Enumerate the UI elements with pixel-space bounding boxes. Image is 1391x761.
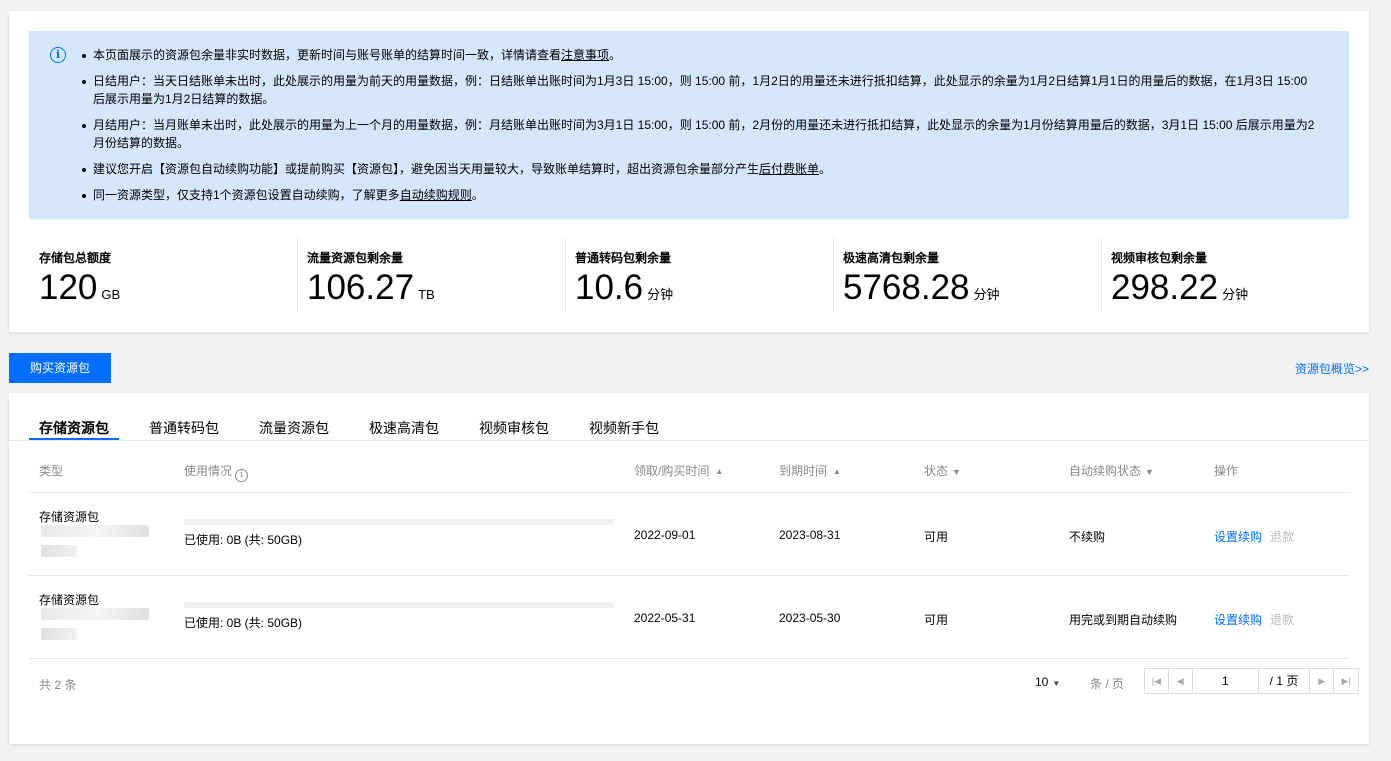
cell-usage: 已使用: 0B (共: 50GB) (184, 616, 303, 630)
set-renew-link[interactable]: 设置续购 (1214, 530, 1262, 544)
cell-renew: 用完或到期自动续购 (1069, 613, 1178, 627)
cell-ops: 设置续购 退款 (1214, 611, 1294, 628)
summary-card: i 本页面展示的资源包余量非实时数据，更新时间与账号账单的结算时间一致，详情请查… (9, 11, 1369, 332)
cell-type: 存储资源包 (39, 510, 100, 524)
sort-icon[interactable]: ▲ (715, 467, 723, 476)
next-page-icon[interactable]: ▶ (1310, 669, 1335, 693)
notice-link-postpaid-bill[interactable]: 后付费账单 (759, 162, 819, 176)
table-row: 存储资源包 已使用: 0B (共: 50GB) 2022-09-01 2023-… (29, 493, 1349, 576)
blurred-id (41, 628, 77, 640)
notice-item: 建议您开启【资源包自动续购功能】或提前购买【资源包】，避免因当天用量较大，导致账… (81, 160, 1321, 178)
cell-type: 存储资源包 (39, 593, 100, 607)
stat-hd: 极速高清包剩余量 5768.28 分钟 (833, 238, 1101, 312)
notice-item: 本页面展示的资源包余量非实时数据，更新时间与账号账单的结算时间一致，详情请查看注… (81, 46, 1321, 64)
stat-value: 10.6 分钟 (575, 268, 674, 307)
prev-page-icon[interactable]: ◀ (1169, 669, 1193, 693)
pagination: |◀ ◀ / 1 页 ▶ ▶| (1144, 668, 1359, 694)
stat-label: 普通转码包剩余量 (575, 251, 672, 265)
divider (297, 238, 298, 312)
header-renew[interactable]: 自动续购状态 ▼ (1069, 462, 1154, 479)
notice-link-attention[interactable]: 注意事项 (561, 48, 609, 62)
package-table: 类型 使用情况 i 领取/购买时间 ▲ 到期时间 ▲ 状态 ▼ 自动续购状态 ▼ 操作 存… (29, 441, 1349, 659)
header-acquired[interactable]: 领取/购买时间 ▲ (634, 462, 723, 479)
notice-box: i 本页面展示的资源包余量非实时数据，更新时间与账号账单的结算时间一致，详情请查… (29, 31, 1349, 219)
cell-status: 可用 (924, 530, 949, 544)
help-icon[interactable]: i (235, 469, 249, 482)
cell-acquired: 2022-09-01 (634, 528, 696, 542)
stat-value: 120 GB (39, 268, 121, 307)
stat-value: 5768.28 分钟 (843, 268, 1000, 307)
divider (833, 238, 834, 312)
refund-link: 退款 (1270, 613, 1295, 627)
stat-label: 存储包总额度 (39, 251, 112, 265)
stat-label: 视频审核包剩余量 (1111, 251, 1208, 265)
notice-item: 日结用户：当天日结账单未出时，此处展示的用量为前天的用量数据，例：日结账单出账时… (81, 72, 1321, 108)
first-page-icon[interactable]: |◀ (1145, 669, 1169, 693)
divider (1101, 238, 1102, 312)
header-ops: 操作 (1214, 464, 1239, 478)
table-header: 类型 使用情况 i 领取/购买时间 ▲ 到期时间 ▲ 状态 ▼ 自动续购状态 ▼ 操作 (29, 441, 1349, 493)
cell-expire: 2023-05-30 (779, 611, 841, 625)
stat-label: 流量资源包剩余量 (307, 251, 404, 265)
total-count: 共 2 条 (39, 678, 77, 692)
cell-renew: 不续购 (1069, 530, 1106, 544)
stat-storage: 存储包总额度 120 GB (29, 238, 297, 312)
stat-value: 298.22 分钟 (1111, 268, 1249, 307)
table-footer: 共 2 条 10▼ 条 / 页 |◀ ◀ / 1 页 ▶ ▶| (29, 658, 1359, 698)
sort-icon[interactable]: ▲ (833, 467, 841, 476)
package-list-card: 存储资源包 普通转码包 流量资源包 极速高清包 视频审核包 视频新手包 类型 使… (9, 393, 1369, 744)
header-usage: 使用情况 i (184, 462, 249, 482)
chevron-down-icon: ▼ (1052, 679, 1061, 688)
header-status[interactable]: 状态 ▼ (924, 462, 961, 479)
cell-ops: 设置续购 退款 (1214, 528, 1294, 545)
stats-row: 存储包总额度 120 GB 流量资源包剩余量 106.27 TB 普通转码包剩余量 … (29, 238, 1369, 312)
page-number-input[interactable] (1192, 669, 1259, 693)
page-size-select[interactable]: 10 ▼ (1035, 675, 1060, 689)
header-expire[interactable]: 到期时间 ▲ (779, 462, 841, 479)
cell-usage: 已使用: 0B (共: 50GB) (184, 533, 303, 547)
usage-bar (184, 602, 614, 608)
usage-bar (184, 519, 614, 525)
notice-list: 本页面展示的资源包余量非实时数据，更新时间与账号账单的结算时间一致，详情请查看注… (81, 46, 1321, 212)
stat-value: 106.27 TB (307, 268, 435, 307)
stat-traffic: 流量资源包剩余量 106.27 TB (297, 238, 565, 312)
cell-acquired: 2022-05-31 (634, 611, 696, 625)
notice-link-renew-rules[interactable]: 自动续购规则 (400, 188, 472, 202)
stat-review: 视频审核包剩余量 298.22 分钟 (1101, 238, 1369, 312)
tab-bar: 存储资源包 普通转码包 流量资源包 极速高清包 视频审核包 视频新手包 (29, 413, 1349, 443)
info-icon: i (50, 47, 66, 63)
buy-package-button[interactable]: 购买资源包 (9, 353, 111, 383)
notice-item: 同一资源类型，仅支持1个资源包设置自动续购，了解更多自动续购规则。 (81, 186, 1321, 204)
filter-icon[interactable]: ▼ (952, 467, 961, 477)
cell-expire: 2023-08-31 (779, 528, 841, 542)
blurred-id (41, 525, 149, 537)
last-page-icon[interactable]: ▶| (1334, 669, 1358, 693)
per-page-label: 条 / 页 (1090, 677, 1125, 691)
stat-transcode: 普通转码包剩余量 10.6 分钟 (565, 238, 833, 312)
total-pages: / 1 页 (1259, 669, 1311, 693)
blurred-id (41, 545, 77, 557)
filter-icon[interactable]: ▼ (1145, 467, 1154, 477)
active-tab-indicator (29, 438, 119, 440)
stat-label: 极速高清包剩余量 (843, 251, 940, 265)
refund-link: 退款 (1270, 530, 1295, 544)
package-overview-link[interactable]: 资源包概览>> (1295, 360, 1369, 377)
divider (565, 238, 566, 312)
set-renew-link[interactable]: 设置续购 (1214, 613, 1262, 627)
header-type: 类型 (39, 464, 64, 478)
cell-status: 可用 (924, 613, 949, 627)
blurred-id (41, 608, 149, 620)
notice-item: 月结用户：当月账单未出时，此处展示的用量为上一个月的用量数据，例：月结账单出账时… (81, 116, 1321, 152)
table-row: 存储资源包 已使用: 0B (共: 50GB) 2022-05-31 2023-… (29, 576, 1349, 659)
